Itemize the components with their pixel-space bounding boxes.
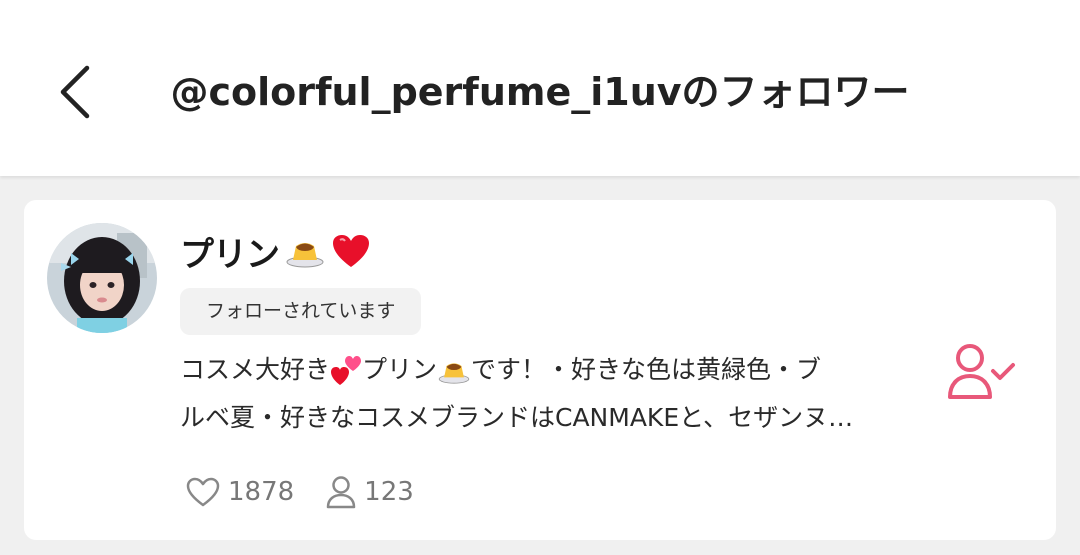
bio-line: コスメ大好き プリン です！・好きな色は黄緑色・ブ (180, 346, 900, 394)
user-name: プリン (180, 234, 280, 275)
pudding-icon (438, 363, 470, 384)
bio-text: プリン (362, 355, 438, 384)
user-check-icon (948, 344, 1015, 399)
user-stats: 1878 123 (186, 472, 446, 512)
bio-text: コスメ大好き (180, 355, 331, 384)
chevron-left-icon (60, 65, 90, 119)
followers-stat: 123 (326, 475, 414, 509)
pudding-icon (286, 243, 324, 268)
bio-line: ルベ夏・好きなコスメブランドはCANMAKEと、セザンヌ… (180, 394, 900, 442)
two-hearts-icon (331, 356, 362, 385)
person-icon (326, 476, 356, 509)
followers-count: 123 (364, 477, 414, 507)
user-name-row[interactable]: プリン (180, 224, 371, 278)
bio-text: ルベ夏・好きなコスメブランドはCANMAKEと、セザンヌ… (180, 403, 854, 432)
page-title: @colorful_perfume_i1uvのフォロワー (170, 70, 910, 114)
follow-back-button[interactable] (944, 340, 1020, 402)
follower-card[interactable]: プリン フォローされています コスメ大好き プリン です！・好きな色は黄緑色・ブ… (24, 200, 1056, 540)
heart-outline-icon (186, 477, 220, 507)
back-button[interactable] (50, 60, 100, 124)
follow-status-badge: フォローされています (180, 288, 422, 335)
avatar-image (47, 223, 157, 333)
bio-text: です！・好きな色は黄緑色・ブ (471, 355, 822, 384)
likes-stat: 1878 (186, 477, 294, 507)
user-bio: コスメ大好き プリン です！・好きな色は黄緑色・ブ ルベ夏・好きなコスメブランド… (180, 346, 900, 442)
likes-count: 1878 (228, 477, 295, 507)
avatar[interactable] (47, 223, 157, 333)
app-header: @colorful_perfume_i1uvのフォロワー (0, 0, 1080, 176)
heart-icon (333, 235, 369, 267)
